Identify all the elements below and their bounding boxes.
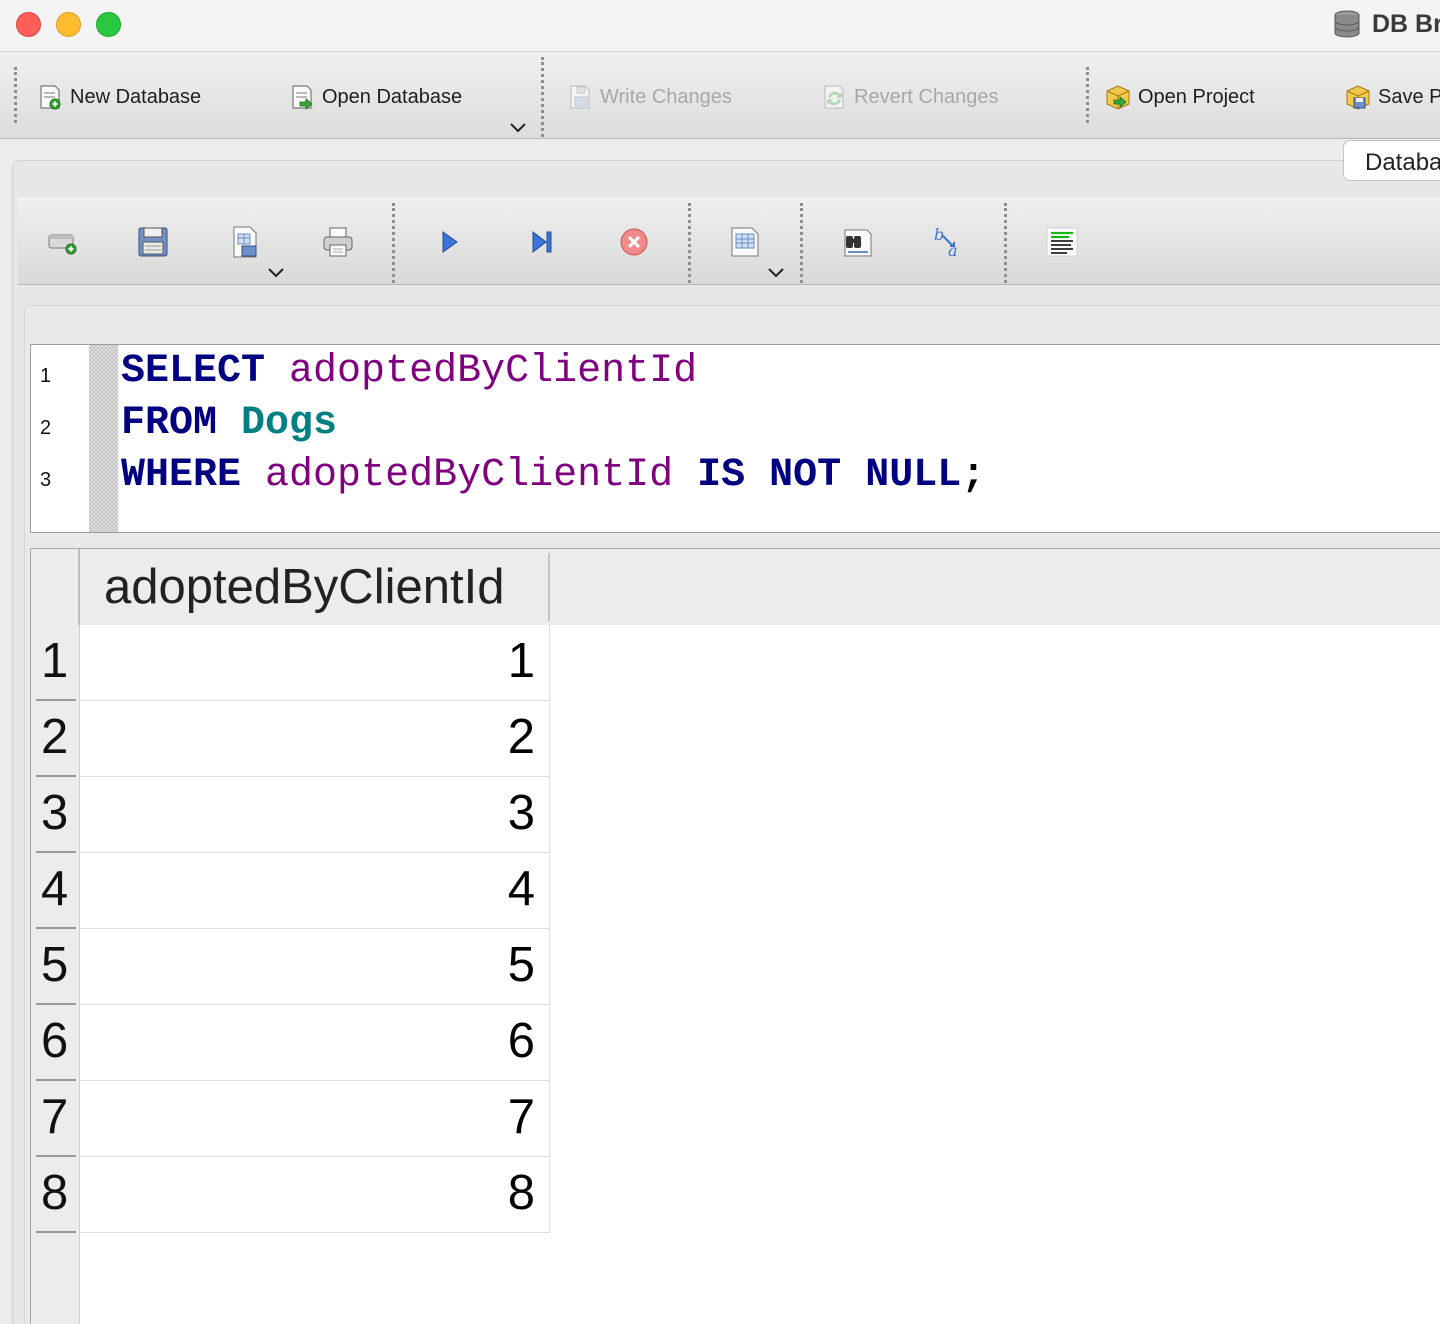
table-row[interactable]: 2 2	[31, 701, 551, 777]
table-row[interactable]: 3 3	[31, 777, 551, 853]
sql-editor[interactable]: 1 2 3 SELECT adoptedByClientId FROM Dogs…	[30, 344, 1440, 533]
sql-keyword: SELECT	[121, 349, 266, 394]
write-changes-button[interactable]: Write Changes	[566, 81, 732, 113]
sql-keyword: WHERE	[121, 453, 242, 498]
fold-margin[interactable]	[89, 345, 118, 532]
table-cell[interactable]: 8	[80, 1157, 550, 1233]
row-number[interactable]: 1	[36, 625, 76, 701]
results-view-dropdown-chevron-icon[interactable]	[767, 267, 785, 279]
print-icon[interactable]	[320, 224, 356, 260]
toolbar-handle[interactable]	[14, 67, 17, 123]
execute-line-icon[interactable]	[524, 224, 560, 260]
line-number-gutter: 1 2 3	[31, 345, 89, 532]
comment-block-icon[interactable]	[1044, 224, 1080, 260]
execute-all-icon[interactable]	[431, 224, 467, 260]
sql-keyword: NOT	[769, 453, 842, 498]
table-row[interactable]: 7 7	[31, 1081, 551, 1157]
open-database-label: Open Database	[322, 85, 463, 108]
title-bar: DB Br	[0, 0, 1440, 52]
code-line-2: FROM Dogs	[121, 400, 337, 448]
save-project-icon	[1346, 85, 1370, 110]
app-title: DB Br	[1332, 8, 1440, 40]
open-project-icon	[1106, 85, 1130, 110]
table-cell[interactable]: 4	[80, 853, 550, 929]
open-project-button[interactable]: Open Project	[1104, 81, 1255, 113]
table-row[interactable]: 6 6	[31, 1005, 551, 1081]
table-cell[interactable]: 3	[80, 777, 550, 853]
row-number[interactable]: 7	[36, 1081, 76, 1157]
code-line-1: SELECT adoptedByClientId	[121, 348, 697, 396]
code-line-3: WHERE adoptedByClientId IS NOT NULL;	[121, 452, 985, 500]
sql-table-identifier: Dogs	[241, 401, 338, 446]
toolbar-separator	[800, 203, 803, 283]
app-title-text: DB Br	[1372, 9, 1440, 38]
find-icon[interactable]	[840, 224, 876, 260]
row-number[interactable]: 8	[36, 1157, 76, 1233]
table-cell[interactable]: 2	[80, 701, 550, 777]
sql-keyword: NULL	[865, 453, 962, 498]
write-changes-icon	[570, 85, 590, 109]
row-number[interactable]: 2	[36, 701, 76, 777]
toolbar-separator	[541, 57, 544, 137]
table-row[interactable]: 5 5	[31, 929, 551, 1005]
sql-terminator: ;	[961, 453, 986, 498]
line-number: 1	[40, 365, 52, 387]
results-view-icon[interactable]	[728, 224, 764, 260]
results-grid[interactable]: adoptedByClientId 1 1 2 2 3 3 4 4 5 5 6 …	[30, 548, 1440, 1324]
sql-column-identifier: adoptedByClientId	[265, 453, 674, 498]
grid-corner[interactable]	[31, 549, 80, 625]
new-database-label: New Database	[70, 85, 202, 108]
line-number: 3	[40, 469, 52, 491]
open-database-icon	[292, 85, 313, 110]
app-window: DB Br New Database Open Database Write C…	[0, 0, 1440, 1324]
save-results-icon[interactable]	[228, 224, 264, 260]
table-row[interactable]: 1 1	[31, 625, 551, 701]
table-row[interactable]: 4 4	[31, 853, 551, 929]
open-project-label: Open Project	[1138, 85, 1255, 108]
svg-text:b: b	[934, 225, 944, 244]
save-project-button[interactable]: Save P	[1344, 81, 1440, 113]
stop-execution-icon[interactable]	[616, 224, 652, 260]
open-database-button[interactable]: Open Database	[288, 81, 462, 113]
table-cell[interactable]: 6	[80, 1005, 550, 1081]
tab-database-structure[interactable]: Databa	[1343, 140, 1440, 181]
row-number[interactable]: 4	[36, 853, 76, 929]
svg-text:a: a	[948, 241, 958, 260]
toolbar-separator	[1004, 203, 1007, 283]
toolbar-separator	[688, 203, 691, 283]
zoom-window-button[interactable]	[96, 12, 121, 37]
open-tab-icon[interactable]	[44, 224, 80, 260]
sql-column-identifier: adoptedByClientId	[289, 349, 698, 394]
sql-keyword: IS	[697, 453, 746, 498]
save-sql-icon[interactable]	[135, 224, 171, 260]
toolbar-separator	[1086, 67, 1089, 123]
row-number[interactable]: 3	[36, 777, 76, 853]
row-number[interactable]: 6	[36, 1005, 76, 1081]
main-toolbar: New Database Open Database Write Changes	[0, 53, 1440, 139]
table-cell[interactable]: 7	[80, 1081, 550, 1157]
row-number[interactable]: 5	[36, 929, 76, 1005]
sql-keyword: FROM	[121, 401, 218, 446]
table-row[interactable]: 8 8	[31, 1157, 551, 1233]
new-database-button[interactable]: New Database	[36, 81, 201, 113]
line-number: 2	[40, 417, 52, 439]
column-header[interactable]: adoptedByClientId	[80, 553, 550, 621]
toolbar-separator	[392, 203, 395, 283]
revert-changes-button[interactable]: Revert Changes	[820, 81, 999, 113]
table-cell[interactable]: 5	[80, 929, 550, 1005]
database-icon	[1334, 10, 1360, 38]
save-project-label: Save P	[1378, 85, 1440, 108]
sql-editor-toolbar: b a	[18, 198, 1440, 285]
table-cell[interactable]: 1	[80, 625, 550, 701]
revert-changes-icon	[824, 85, 844, 109]
minimize-window-button[interactable]	[56, 12, 81, 37]
save-dropdown-chevron-icon[interactable]	[267, 267, 285, 279]
revert-changes-label: Revert Changes	[854, 85, 999, 108]
open-database-dropdown-chevron-icon[interactable]	[509, 122, 527, 134]
write-changes-label: Write Changes	[600, 85, 732, 108]
find-replace-icon[interactable]: b a	[932, 224, 968, 260]
close-window-button[interactable]	[16, 12, 41, 37]
new-database-icon	[40, 85, 61, 110]
